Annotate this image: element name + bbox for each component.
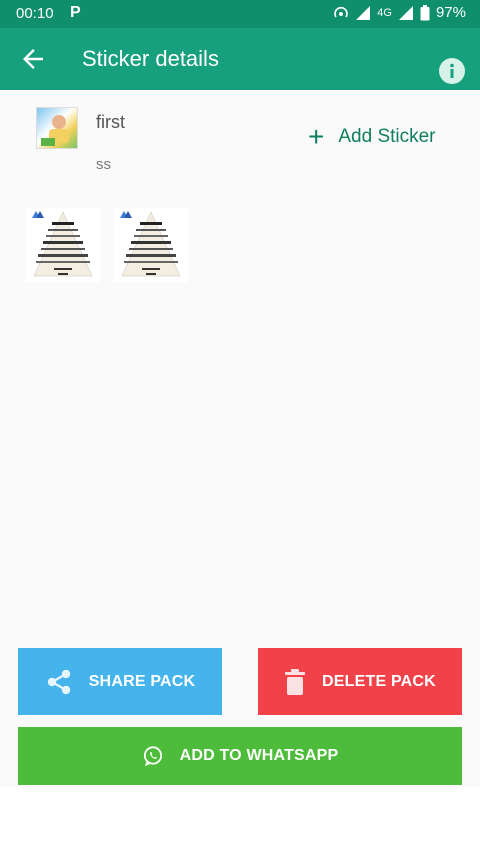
share-pack-button[interactable]: SHARE PACK (18, 648, 222, 715)
add-sticker-label: Add Sticker (338, 126, 436, 147)
arrow-back-icon[interactable] (18, 44, 48, 74)
info-icon[interactable] (438, 57, 466, 85)
word-tree-sticker-icon (32, 211, 93, 277)
pack-tray-icon (36, 107, 78, 149)
pack-name: first (96, 112, 125, 132)
whatsapp-icon (143, 746, 162, 766)
word-tree-sticker-icon (120, 211, 181, 277)
pack-publisher: ss (96, 156, 111, 173)
sticker-thumbnail[interactable] (26, 208, 100, 282)
content-area: first ss + Add Sticker SHARE PACK DELETE… (0, 90, 480, 787)
share-pack-label: SHARE PACK (88, 672, 196, 690)
hotspot-icon (334, 6, 349, 17)
signal-icon-2 (398, 5, 413, 20)
delete-pack-label: DELETE PACK (322, 672, 436, 690)
add-sticker-button[interactable]: + Add Sticker (308, 121, 436, 152)
battery-icon (420, 4, 430, 20)
trash-icon (285, 668, 306, 695)
status-time: 00:10 (16, 5, 54, 22)
add-to-whatsapp-label: ADD TO WHATSAPP (179, 747, 339, 764)
status-bar: 00:10 P 4G 97% (0, 0, 480, 28)
page-title: Sticker details (82, 46, 219, 71)
parking-icon: P (70, 4, 81, 21)
app-bar: Sticker details (0, 28, 480, 90)
share-icon (47, 669, 70, 694)
child-photo-icon (41, 115, 69, 146)
plus-icon: + (308, 121, 325, 152)
status-right: 4G 97% (333, 4, 466, 21)
delete-pack-button[interactable]: DELETE PACK (258, 648, 462, 715)
bottom-blank-area (0, 787, 480, 853)
signal-icon-1 (356, 5, 371, 20)
battery-percent: 97% (435, 4, 466, 21)
sticker-thumbnail[interactable] (114, 208, 188, 282)
network-type: 4G (377, 6, 392, 19)
add-to-whatsapp-button[interactable]: ADD TO WHATSAPP (18, 727, 462, 785)
